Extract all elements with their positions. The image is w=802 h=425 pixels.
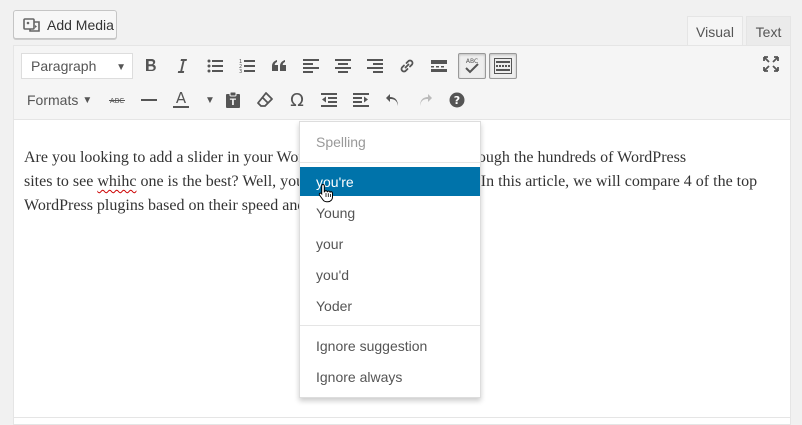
menu-divider	[300, 162, 480, 163]
align-right-icon[interactable]	[362, 53, 388, 79]
suggestion-item[interactable]: your	[300, 229, 480, 258]
undo-icon[interactable]	[380, 87, 406, 113]
text-color-icon[interactable]: A	[168, 87, 194, 113]
numbered-list-icon[interactable]: 123	[234, 53, 260, 79]
add-media-button[interactable]: Add Media	[13, 10, 117, 39]
special-character-icon[interactable]: Ω	[284, 87, 310, 113]
content-text: sites to see	[24, 173, 98, 190]
suggestion-label: your	[316, 235, 344, 252]
svg-text:ABC: ABC	[466, 58, 478, 65]
italic-icon[interactable]	[169, 53, 195, 79]
horizontal-line-icon[interactable]	[136, 87, 162, 113]
blockquote-icon[interactable]	[266, 53, 292, 79]
clear-formatting-icon[interactable]	[252, 87, 278, 113]
spellcheck-icon[interactable]: ABC	[458, 53, 486, 79]
chevron-down-icon: ▼	[82, 94, 93, 106]
paste-text-icon[interactable]: T	[220, 87, 246, 113]
ignore-suggestion-item[interactable]: Ignore suggestion	[300, 331, 480, 360]
align-center-icon[interactable]	[330, 53, 356, 79]
formats-label: Formats	[27, 92, 79, 108]
spelling-menu-header: Spelling	[316, 134, 366, 150]
svg-text:3: 3	[239, 69, 242, 73]
read-more-icon[interactable]	[426, 53, 452, 79]
editor-bottom-border	[14, 417, 790, 418]
toolbar-toggle-icon[interactable]	[489, 53, 517, 79]
svg-text:A: A	[176, 90, 187, 107]
svg-text:T: T	[230, 98, 237, 108]
redo-icon[interactable]	[412, 87, 438, 113]
tab-visual[interactable]: Visual	[687, 16, 743, 46]
paragraph-select[interactable]: Paragraph ▼	[21, 53, 133, 79]
fullscreen-icon[interactable]	[758, 51, 784, 77]
ignore-always-item[interactable]: Ignore always	[300, 362, 480, 391]
media-icon	[23, 16, 41, 34]
suggestion-item[interactable]: Yoder	[300, 291, 480, 320]
hand-cursor-icon	[318, 183, 334, 208]
formats-dropdown[interactable]: Formats ▼	[21, 87, 105, 113]
bold-icon[interactable]	[138, 53, 164, 79]
decrease-indent-icon[interactable]	[316, 87, 342, 113]
align-left-icon[interactable]	[298, 53, 324, 79]
text-color-chevron-icon[interactable]: ▼	[204, 87, 216, 113]
editor-toolbar: Paragraph ▼ 123 ABC Formats ▼ A ▼ T Ω ?	[14, 46, 790, 120]
suggestion-label: you'd	[316, 266, 350, 283]
tab-visual-label: Visual	[696, 23, 734, 40]
bulleted-list-icon[interactable]	[202, 53, 228, 79]
tab-text[interactable]: Text	[746, 16, 791, 46]
strikethrough-icon[interactable]: ABC	[104, 87, 130, 113]
increase-indent-icon[interactable]	[348, 87, 374, 113]
chevron-down-icon: ▼	[116, 62, 126, 73]
suggestion-label: Yoder	[316, 297, 353, 314]
help-icon[interactable]: ?	[444, 87, 470, 113]
link-icon[interactable]	[394, 53, 420, 79]
spelling-menu: Spelling you're Young your you'd Yoder I…	[299, 121, 481, 398]
menu-divider	[300, 325, 480, 326]
ignore-always-label: Ignore always	[316, 368, 403, 385]
suggestion-item[interactable]: you'd	[300, 260, 480, 289]
ignore-suggestion-label: Ignore suggestion	[316, 337, 428, 354]
svg-text:?: ?	[454, 94, 460, 107]
tab-text-label: Text	[755, 23, 782, 40]
paragraph-select-value: Paragraph	[31, 58, 97, 74]
misspelled-word[interactable]: whihc	[97, 173, 136, 190]
add-media-label: Add Media	[47, 16, 114, 33]
